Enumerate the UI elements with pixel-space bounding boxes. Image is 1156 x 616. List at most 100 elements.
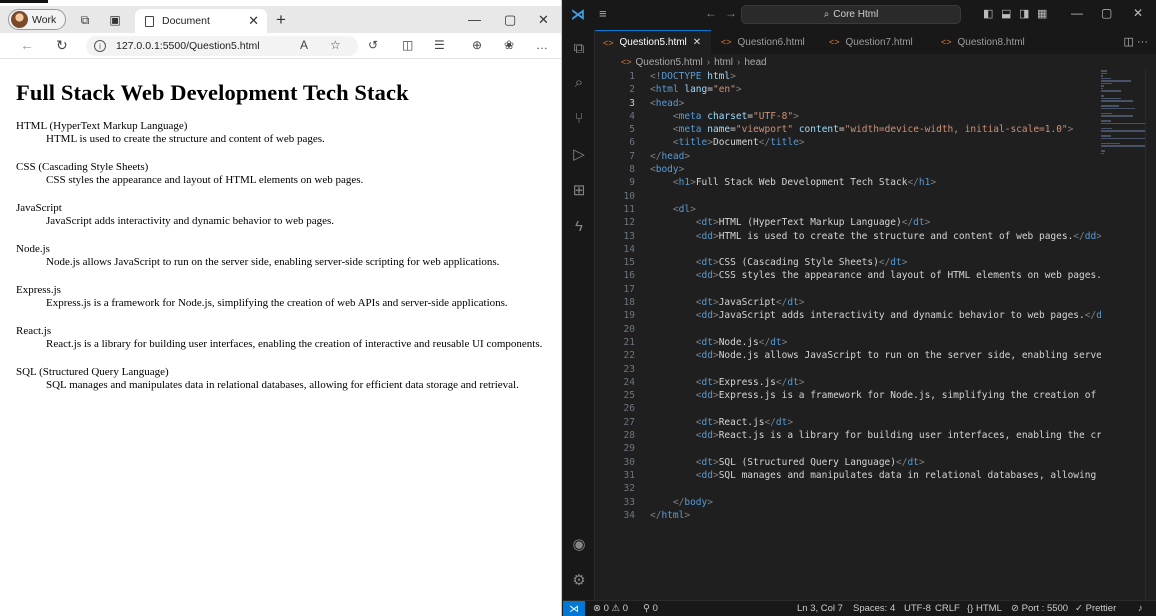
vscode-close-icon[interactable]: ✕: [1133, 6, 1143, 20]
encoding[interactable]: UTF-8: [904, 603, 931, 614]
line-ending[interactable]: CRLF: [935, 603, 960, 614]
toggle-sidebar-icon[interactable]: ◧: [983, 7, 993, 20]
read-aloud-icon[interactable]: A: [300, 38, 308, 52]
code-line[interactable]: 16 <dd>CSS styles the appearance and lay…: [595, 269, 1101, 282]
notifications-bell-icon[interactable]: ♪: [1138, 603, 1143, 614]
indentation[interactable]: Spaces: 4: [853, 603, 895, 614]
run-debug-icon[interactable]: ▷: [569, 144, 589, 164]
collections-toolbar-icon[interactable]: ⊕: [472, 38, 482, 52]
hamburger-menu-icon[interactable]: ≡: [599, 6, 607, 21]
collections-icon[interactable]: ⧉: [76, 11, 94, 29]
code-line[interactable]: 6 <title>Document</title>: [595, 136, 1101, 149]
explorer-icon[interactable]: ⧉: [569, 38, 589, 58]
info-icon[interactable]: i: [94, 40, 106, 52]
favorite-star-icon[interactable]: ☆: [330, 38, 341, 52]
minimap[interactable]: [1101, 70, 1145, 154]
vscode-minimize-icon[interactable]: —: [1071, 6, 1083, 20]
code-line[interactable]: 2 <html lang="en">: [595, 83, 1101, 96]
url-field[interactable]: i 127.0.0.1:5500/Question5.html: [86, 36, 358, 56]
more-menu-icon[interactable]: …: [536, 38, 548, 52]
code-line[interactable]: 1 <!DOCTYPE html>: [595, 70, 1101, 83]
close-window-icon[interactable]: ✕: [538, 12, 549, 28]
code-line[interactable]: 23: [595, 363, 1101, 376]
code-line[interactable]: 33 </body>: [595, 496, 1101, 509]
code-line[interactable]: 4 <meta charset="UTF-8">: [595, 110, 1101, 123]
source-control-icon[interactable]: ⑂: [569, 108, 589, 128]
code-line[interactable]: 22 <dd>Node.js allows JavaScript to run …: [595, 349, 1101, 362]
copilot-icon[interactable]: ❀: [504, 38, 514, 52]
vscode-title-bar: ⋊ ≡ ←→ ⌕ Core Html ◧ ⬓ ◨ ▦ — ▢ ✕: [563, 0, 1156, 30]
code-line[interactable]: 3 <head>: [595, 97, 1101, 110]
code-line[interactable]: 5 <meta name="viewport" content="width=d…: [595, 123, 1101, 136]
minimize-icon[interactable]: —: [468, 12, 481, 27]
code-line[interactable]: 7 </head>: [595, 150, 1101, 163]
close-tab-icon[interactable]: ✕: [693, 37, 701, 48]
code-line[interactable]: 25 <dd>Express.js is a framework for Nod…: [595, 389, 1101, 402]
customize-layout-icon[interactable]: ▦: [1037, 7, 1047, 20]
close-tab-icon[interactable]: ✕: [248, 13, 259, 29]
refresh-icon[interactable]: ↻: [56, 37, 68, 54]
code-line[interactable]: 10: [595, 190, 1101, 203]
code-line[interactable]: 15 <dt>CSS (Cascading Style Sheets)</dt>: [595, 256, 1101, 269]
code-line[interactable]: 34 </html>: [595, 509, 1101, 522]
profile-button[interactable]: Work: [8, 9, 66, 30]
code-line[interactable]: 20: [595, 323, 1101, 336]
tab-question5[interactable]: <> Question5.html ✕: [595, 30, 711, 54]
code-line[interactable]: 19 <dd>JavaScript adds interactivity and…: [595, 309, 1101, 322]
code-line[interactable]: 9 <h1>Full Stack Web Development Tech St…: [595, 176, 1101, 189]
extensions-icon[interactable]: ↺: [368, 38, 378, 52]
remote-indicator-icon[interactable]: ⋊: [563, 601, 585, 616]
tab-question6[interactable]: <> Question6.html: [713, 30, 819, 54]
code-line[interactable]: 12 <dt>HTML (HyperText Markup Language)<…: [595, 216, 1101, 229]
new-tab-icon[interactable]: +: [276, 10, 286, 30]
code-line[interactable]: 28 <dd>React.js is a library for buildin…: [595, 429, 1101, 442]
breadcrumb-html[interactable]: html: [714, 57, 733, 68]
prettier-status[interactable]: ✓ Prettier: [1075, 603, 1116, 614]
extensions-activity-icon[interactable]: ⊞: [569, 180, 589, 200]
command-center-search[interactable]: ⌕ Core Html: [741, 5, 961, 24]
cursor-position[interactable]: Ln 3, Col 7: [797, 603, 843, 614]
split-screen-icon[interactable]: ◫: [402, 38, 413, 52]
breadcrumb-head[interactable]: head: [744, 57, 766, 68]
back-icon[interactable]: ←: [20, 37, 34, 53]
code-line[interactable]: 17: [595, 283, 1101, 296]
split-editor-more-icon[interactable]: ◫ ···: [1124, 35, 1148, 48]
tab-question8[interactable]: <> Question8.html: [933, 30, 1043, 54]
code-line[interactable]: 24 <dt>Express.js</dt>: [595, 376, 1101, 389]
code-line[interactable]: 18 <dt>JavaScript</dt>: [595, 296, 1101, 309]
toggle-panel-icon[interactable]: ⬓: [1001, 7, 1011, 20]
tab-question7[interactable]: <> Question7.html: [821, 30, 931, 54]
editor-scrollbar[interactable]: [1145, 70, 1156, 600]
code-line[interactable]: 32: [595, 482, 1101, 495]
accounts-icon[interactable]: ◉: [569, 534, 589, 554]
tab-actions-icon[interactable]: ▣: [106, 11, 124, 29]
search-activity-icon[interactable]: ⌕: [569, 72, 589, 92]
live-server-port[interactable]: ⊘ Port : 5500: [1011, 603, 1068, 614]
code-editor[interactable]: 1 <!DOCTYPE html> 2 <html lang="en"> 3 <head>…: [595, 70, 1101, 600]
lightning-icon[interactable]: ϟ: [569, 216, 589, 236]
breadcrumb-file[interactable]: Question5.html: [636, 57, 703, 68]
problems-indicator[interactable]: ⊗ 0 ⚠ 0: [593, 603, 628, 614]
html-file-icon: <>: [721, 37, 732, 47]
vscode-maximize-icon[interactable]: ▢: [1101, 6, 1112, 20]
settings-gear-icon[interactable]: ⚙: [569, 570, 589, 590]
code-line[interactable]: 21 <dt>Node.js</dt>: [595, 336, 1101, 349]
browser-tab-document[interactable]: Document ✕: [135, 9, 267, 33]
code-line[interactable]: 8 <body>: [595, 163, 1101, 176]
toggle-secondary-sidebar-icon[interactable]: ◨: [1019, 7, 1029, 20]
history-nav-icons[interactable]: ←→: [705, 6, 745, 20]
code-line[interactable]: 30 <dt>SQL (Structured Query Language)</…: [595, 456, 1101, 469]
ports-indicator[interactable]: ⚲ 0: [643, 603, 658, 614]
code-line[interactable]: 13 <dd>HTML is used to create the struct…: [595, 230, 1101, 243]
code-line[interactable]: 11 <dl>: [595, 203, 1101, 216]
code-line[interactable]: 31 <dd>SQL manages and manipulates data …: [595, 469, 1101, 482]
code-line[interactable]: 29: [595, 442, 1101, 455]
code-line[interactable]: 14: [595, 243, 1101, 256]
line-number: 16: [623, 270, 635, 282]
code-line[interactable]: 27 <dt>React.js</dt>: [595, 416, 1101, 429]
code-line[interactable]: 26: [595, 402, 1101, 415]
maximize-icon[interactable]: ▢: [504, 12, 516, 28]
favorites-icon[interactable]: ☰: [434, 38, 445, 52]
language-mode[interactable]: {} HTML: [967, 603, 1002, 614]
ports-count: 0: [652, 603, 658, 614]
